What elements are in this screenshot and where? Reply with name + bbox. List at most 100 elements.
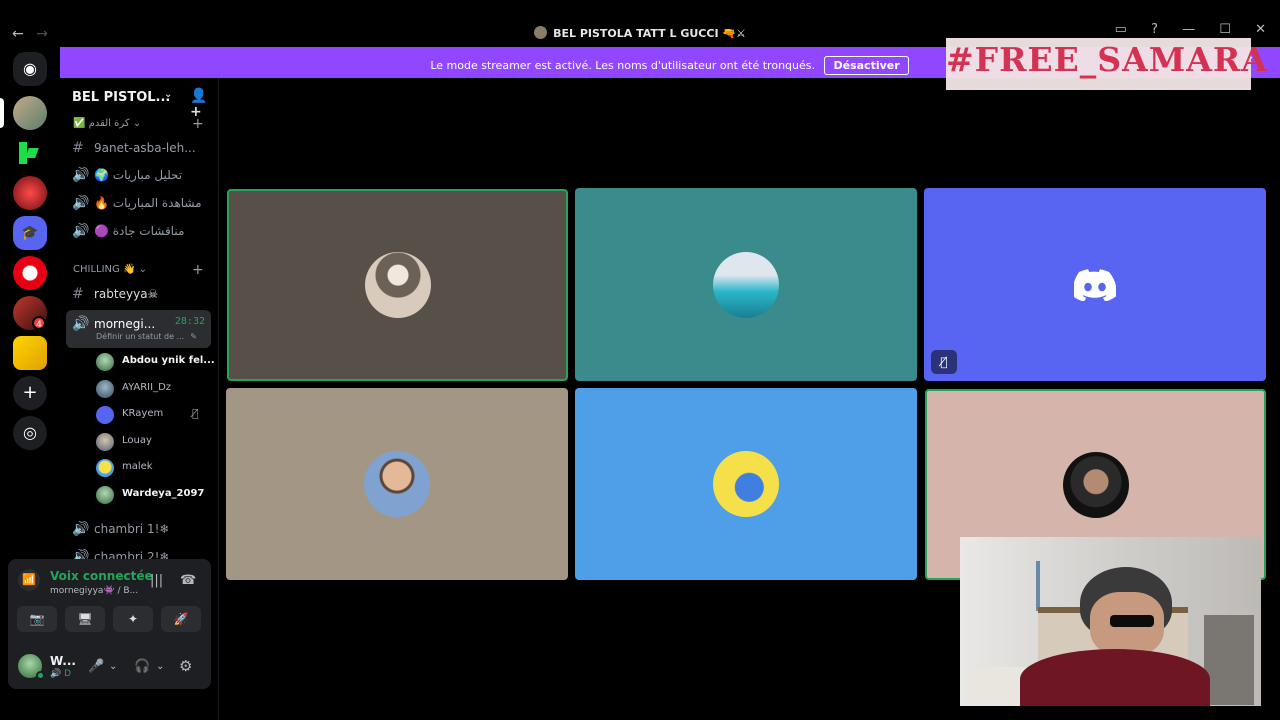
channel-item[interactable]: #9anet-asba-leh... — [72, 140, 212, 162]
user-status: 🔊 D — [50, 669, 71, 679]
category-football[interactable]: ✅ كرة القدم ⌄ — [73, 118, 141, 129]
active-server-pill — [0, 98, 4, 128]
voice-user[interactable]: Abdou ynik fel... — [96, 351, 216, 373]
activities-button[interactable]: ✦ — [113, 606, 153, 632]
participant-avatar — [364, 252, 431, 318]
avatar — [96, 380, 114, 398]
voice-user[interactable]: Wardeya_2097 — [96, 484, 216, 506]
channel-name: 9anet-asba-leh... — [94, 141, 196, 155]
signal-icon[interactable]: 📶 — [18, 569, 40, 591]
discord-avatar-icon — [96, 406, 114, 424]
avatar — [96, 486, 114, 504]
speaker-icon: 🔊 — [72, 167, 90, 183]
hashtag-icon: # — [72, 286, 84, 302]
channel-name: 🟣 مناقشات جادة — [94, 224, 185, 238]
server-avatar[interactable] — [13, 176, 47, 210]
voice-channel-item[interactable]: 🔊 chambri 1!❄ — [72, 521, 212, 543]
voice-user[interactable]: Louay — [96, 431, 216, 453]
voice-status-title[interactable]: Voix connectée — [50, 569, 153, 583]
channel-status[interactable]: Définir un statut de ... ✎ — [96, 332, 197, 341]
voice-user[interactable]: malek — [96, 457, 216, 479]
participant-tile[interactable] — [575, 388, 917, 580]
channel-name: 🔥 مشاهدة المباريات — [94, 196, 202, 210]
notification-badge: 4 — [32, 316, 46, 330]
disable-streamer-button[interactable]: Désactiver — [824, 56, 909, 75]
add-server-icon[interactable]: + — [13, 376, 47, 410]
participant-avatar — [713, 251, 779, 318]
online-status-icon — [36, 671, 45, 680]
voice-channel-item[interactable]: 🔊 🟣 مناقشات جادة — [72, 223, 212, 245]
inbox-icon[interactable]: ▭ — [1115, 22, 1127, 37]
add-channel-icon[interactable]: + — [192, 262, 204, 278]
voice-user[interactable]: KRayem 🎙̸ — [96, 404, 216, 426]
avatar — [96, 353, 114, 371]
pencil-icon[interactable]: ✎ — [190, 332, 197, 341]
user-name[interactable]: W... — [50, 654, 76, 668]
mic-muted-icon: 🎙̸ — [931, 350, 957, 374]
banner-text: Le mode streamer est activé. Les noms d'… — [430, 59, 815, 72]
avatar — [96, 433, 114, 451]
channel-item[interactable]: # rabteyya☠ — [72, 286, 212, 308]
server-avatar[interactable] — [13, 136, 47, 170]
overlay-box: #FREE_SAMARA — [946, 38, 1268, 90]
camera-button[interactable]: 📷 — [17, 606, 57, 632]
participant-avatar — [1062, 451, 1129, 518]
close-window-icon[interactable]: ✕ — [1255, 22, 1266, 37]
participant-avatar — [364, 451, 430, 517]
window-title-text: BEL PISTOLA TATT L GUCCI 🔫⚔ — [553, 27, 746, 40]
channel-name: mornegi... — [94, 317, 156, 331]
headset-options-chevron-icon[interactable]: ⌄ — [156, 661, 164, 672]
participant-tile[interactable] — [227, 189, 568, 381]
chevron-down-icon: ⌄ — [164, 89, 173, 100]
add-channel-icon[interactable]: + — [192, 116, 204, 132]
speaker-icon: 🔊 — [72, 521, 90, 537]
minimize-icon[interactable]: — — [1182, 22, 1195, 37]
channel-name: chambri 1!❄ — [94, 522, 170, 536]
voice-channel-item[interactable]: 🔊 🔥 مشاهدة المباريات — [72, 195, 212, 217]
channel-name: 🌍 تحليل مباريات — [94, 168, 183, 182]
channel-status-text: Définir un statut de ... — [96, 332, 185, 341]
settings-gear-icon[interactable]: ⚙ — [179, 657, 192, 675]
disconnect-icon[interactable]: ☎ — [180, 573, 196, 588]
soundboard-button[interactable]: 🚀 — [161, 606, 201, 632]
discord-logo-icon — [1074, 269, 1116, 301]
category-chilling[interactable]: CHILLING 👋 ⌄ — [73, 264, 147, 275]
maximize-icon[interactable]: ☐ — [1219, 22, 1231, 37]
server-header[interactable]: BEL PISTOL... ⌄ 👤+ — [60, 78, 219, 120]
headset-icon[interactable]: 🎧 — [134, 659, 150, 674]
channel-name: rabteyya☠ — [94, 287, 159, 301]
mic-options-chevron-icon[interactable]: ⌄ — [109, 661, 117, 672]
voice-connected-panel: 📶 Voix connectée mornegiyya👾 / B... ||| … — [8, 559, 211, 689]
voice-status-subtitle[interactable]: mornegiyya👾 / B... — [50, 586, 138, 596]
participant-tile[interactable] — [226, 388, 568, 580]
explore-icon[interactable]: ◎ — [13, 416, 47, 450]
voice-channel-item[interactable]: 🔊 🌍 تحليل مباريات — [72, 167, 212, 189]
speaker-icon: 🔊 — [72, 223, 90, 239]
speaker-icon: 🔊 — [72, 195, 90, 211]
server-avatar[interactable] — [13, 256, 47, 290]
active-voice-channel[interactable]: 🔊 mornegi... 28:32 Définir un statut de .… — [66, 310, 211, 348]
voice-user-name: Wardeya_2097 — [122, 488, 205, 499]
participant-tile[interactable]: 🎙̸ — [924, 188, 1266, 381]
voice-user-name: Abdou ynik fel... — [122, 355, 215, 366]
voice-user-name: Louay — [122, 435, 152, 446]
help-icon[interactable]: ? — [1151, 22, 1158, 37]
noise-suppression-icon[interactable]: ||| — [150, 573, 163, 588]
participant-tile[interactable] — [575, 188, 917, 381]
mic-muted-icon: 🎙̸ — [192, 407, 199, 420]
server-avatar[interactable] — [13, 336, 47, 370]
server-avatar[interactable] — [13, 96, 47, 130]
overlay-text: #FREE_SAMARA — [946, 40, 1268, 79]
screen-share-button[interactable]: 🖥 — [65, 606, 105, 632]
server-icon — [534, 26, 548, 39]
window-controls: ▭ ? — ☐ ✕ — [1095, 22, 1266, 37]
voice-user-name: malek — [122, 461, 153, 472]
microphone-icon[interactable]: 🎤 — [88, 659, 104, 674]
voice-timer: 28:32 — [174, 316, 205, 327]
participant-avatar — [713, 451, 779, 517]
discord-home-icon[interactable]: ◉ — [13, 52, 47, 86]
hashtag-icon: # — [72, 140, 84, 156]
server-name: BEL PISTOL... — [72, 90, 171, 105]
graduation-cap-icon[interactable]: 🎓 — [13, 216, 47, 250]
voice-user[interactable]: AYARII_Dz — [96, 378, 216, 400]
